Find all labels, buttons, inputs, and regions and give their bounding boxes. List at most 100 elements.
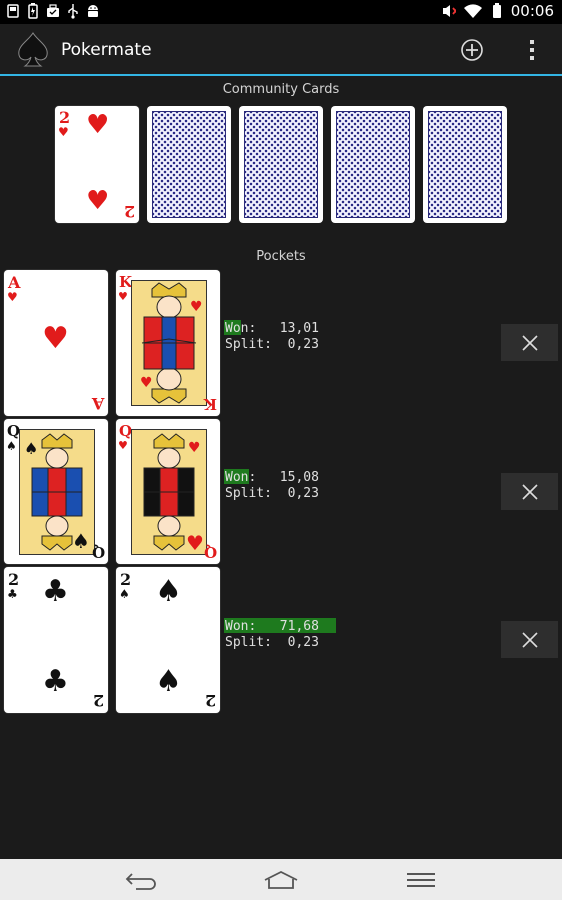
usb-icon <box>66 3 80 19</box>
pocket-1-stats: Won: 13,01 Split: 0,23 <box>225 321 319 353</box>
back-button[interactable] <box>121 867 161 893</box>
card-back-pattern <box>336 111 410 218</box>
app-title: Pokermate <box>61 40 152 60</box>
queen-court-art: ♥ ♥ <box>131 429 207 555</box>
action-bar: Pokermate <box>0 24 562 76</box>
status-bar: 00:06 <box>0 0 562 24</box>
card-pip: ♥ <box>86 110 110 140</box>
community-card-5-facedown[interactable] <box>423 106 507 223</box>
recent-apps-button[interactable] <box>401 867 441 893</box>
card-pip: ♠ <box>155 574 182 609</box>
overflow-menu-button[interactable] <box>516 34 548 66</box>
card-suit-small: ♥ <box>58 125 69 139</box>
card-rank: 2 <box>59 108 71 127</box>
pocket-3-stats: Won: 71,68 Split: 0,23 <box>225 619 319 651</box>
home-icon <box>264 870 298 889</box>
pocket-2-card-2[interactable]: Q ♥ ♥ ♥ Q <box>116 419 220 564</box>
split-label: Split: <box>225 337 272 352</box>
overflow-menu-icon <box>530 40 534 60</box>
pockets-label: Pockets <box>256 249 306 264</box>
queen-figure-icon: ♥ ♥ <box>132 430 206 554</box>
community-card-1[interactable]: 2 ♥ ♥ ♥ 2 <box>55 106 139 223</box>
svg-text:♥: ♥ <box>186 531 204 554</box>
card-rank-bottom: 2 <box>123 202 135 221</box>
card-suit-small: ♥ <box>118 290 128 303</box>
card-pip: ♠ <box>155 664 182 699</box>
card-pip: ♣ <box>42 664 69 699</box>
navigation-bar <box>0 859 562 900</box>
card-rank-bottom: 2 <box>92 691 104 710</box>
spade-icon[interactable] <box>14 31 52 69</box>
svg-text:♥: ♥ <box>188 440 201 456</box>
back-icon <box>125 873 156 890</box>
home-button[interactable] <box>261 867 301 893</box>
card-suit-small: ♠ <box>6 439 17 453</box>
svg-text:♠: ♠ <box>72 529 90 553</box>
card-rank: 2 <box>8 570 20 589</box>
card-suit-small: ♣ <box>7 587 18 601</box>
svg-text:♠: ♠ <box>24 439 38 458</box>
split-value: 0,23 <box>287 635 319 650</box>
card-pip: ♥ <box>86 186 110 216</box>
community-card-3-facedown[interactable] <box>239 106 323 223</box>
split-label: Split: <box>225 486 272 501</box>
split-label: Split: <box>225 635 272 650</box>
card-rank-bottom: K <box>203 395 217 413</box>
notification-icons <box>6 3 100 19</box>
split-value: 0,23 <box>287 486 319 501</box>
sd-card-icon <box>6 3 20 19</box>
remove-pocket-2-button[interactable] <box>501 473 558 510</box>
system-icons: 00:06 <box>442 2 554 20</box>
svg-text:♥: ♥ <box>190 299 203 315</box>
card-back-pattern <box>244 111 318 218</box>
won-value: 13,01 <box>279 321 319 336</box>
card-pip: ♥ <box>42 321 69 356</box>
card-rank: 2 <box>120 570 132 589</box>
pocket-1-card-2[interactable]: K ♥ ♥ ♥ K <box>116 270 220 416</box>
card-rank: A <box>8 273 21 292</box>
card-rank-bottom: A <box>91 394 104 413</box>
add-hand-button[interactable] <box>456 34 488 66</box>
won-label: Won: <box>225 470 257 485</box>
wifi-icon <box>463 3 483 19</box>
remove-pocket-1-button[interactable] <box>501 324 558 361</box>
muted-volume-icon <box>442 3 456 19</box>
android-icon <box>86 3 100 19</box>
recent-apps-icon <box>407 873 435 887</box>
pocket-3-card-2[interactable]: 2 ♠ ♠ ♠ 2 <box>116 567 220 713</box>
won-label: Won: <box>225 321 257 336</box>
pocket-1-card-1[interactable]: A ♥ ♥ A <box>4 270 108 416</box>
card-rank-bottom: Q <box>91 543 105 561</box>
community-cards-label: Community Cards <box>222 82 340 97</box>
king-figure-icon: ♥ ♥ <box>132 281 206 405</box>
clock: 00:06 <box>510 2 554 20</box>
card-rank-bottom: 2 <box>204 691 216 710</box>
remove-pocket-3-button[interactable] <box>501 621 558 658</box>
community-card-4-facedown[interactable] <box>331 106 415 223</box>
won-label: Won: <box>225 619 257 634</box>
queen-court-art: ♠ ♠ <box>19 429 95 555</box>
battery-icon <box>490 3 504 19</box>
pocket-2-card-1[interactable]: Q ♠ ♠ ♠ Q <box>4 419 108 564</box>
split-value: 0,23 <box>287 337 319 352</box>
card-back-pattern <box>152 111 226 218</box>
card-back-pattern <box>428 111 502 218</box>
pocket-3-card-1[interactable]: 2 ♣ ♣ ♣ 2 <box>4 567 108 713</box>
card-suit-small: ♥ <box>118 439 128 452</box>
pocket-2-stats: Won: 15,08 Split: 0,23 <box>225 470 319 502</box>
card-suit-small: ♥ <box>7 290 18 304</box>
close-icon <box>521 631 538 648</box>
king-court-art: ♥ ♥ <box>131 280 207 406</box>
close-icon <box>521 334 538 351</box>
svg-text:♥: ♥ <box>140 375 153 391</box>
briefcase-icon <box>46 3 60 19</box>
card-suit-small: ♠ <box>119 587 130 601</box>
card-rank-bottom: Q <box>203 543 217 561</box>
queen-figure-icon: ♠ ♠ <box>20 430 94 554</box>
card-pip: ♣ <box>42 574 69 609</box>
won-value: 71,68 <box>279 619 319 634</box>
close-icon <box>521 483 538 500</box>
add-icon <box>461 39 483 61</box>
battery-charging-icon <box>26 3 40 19</box>
community-card-2-facedown[interactable] <box>147 106 231 223</box>
